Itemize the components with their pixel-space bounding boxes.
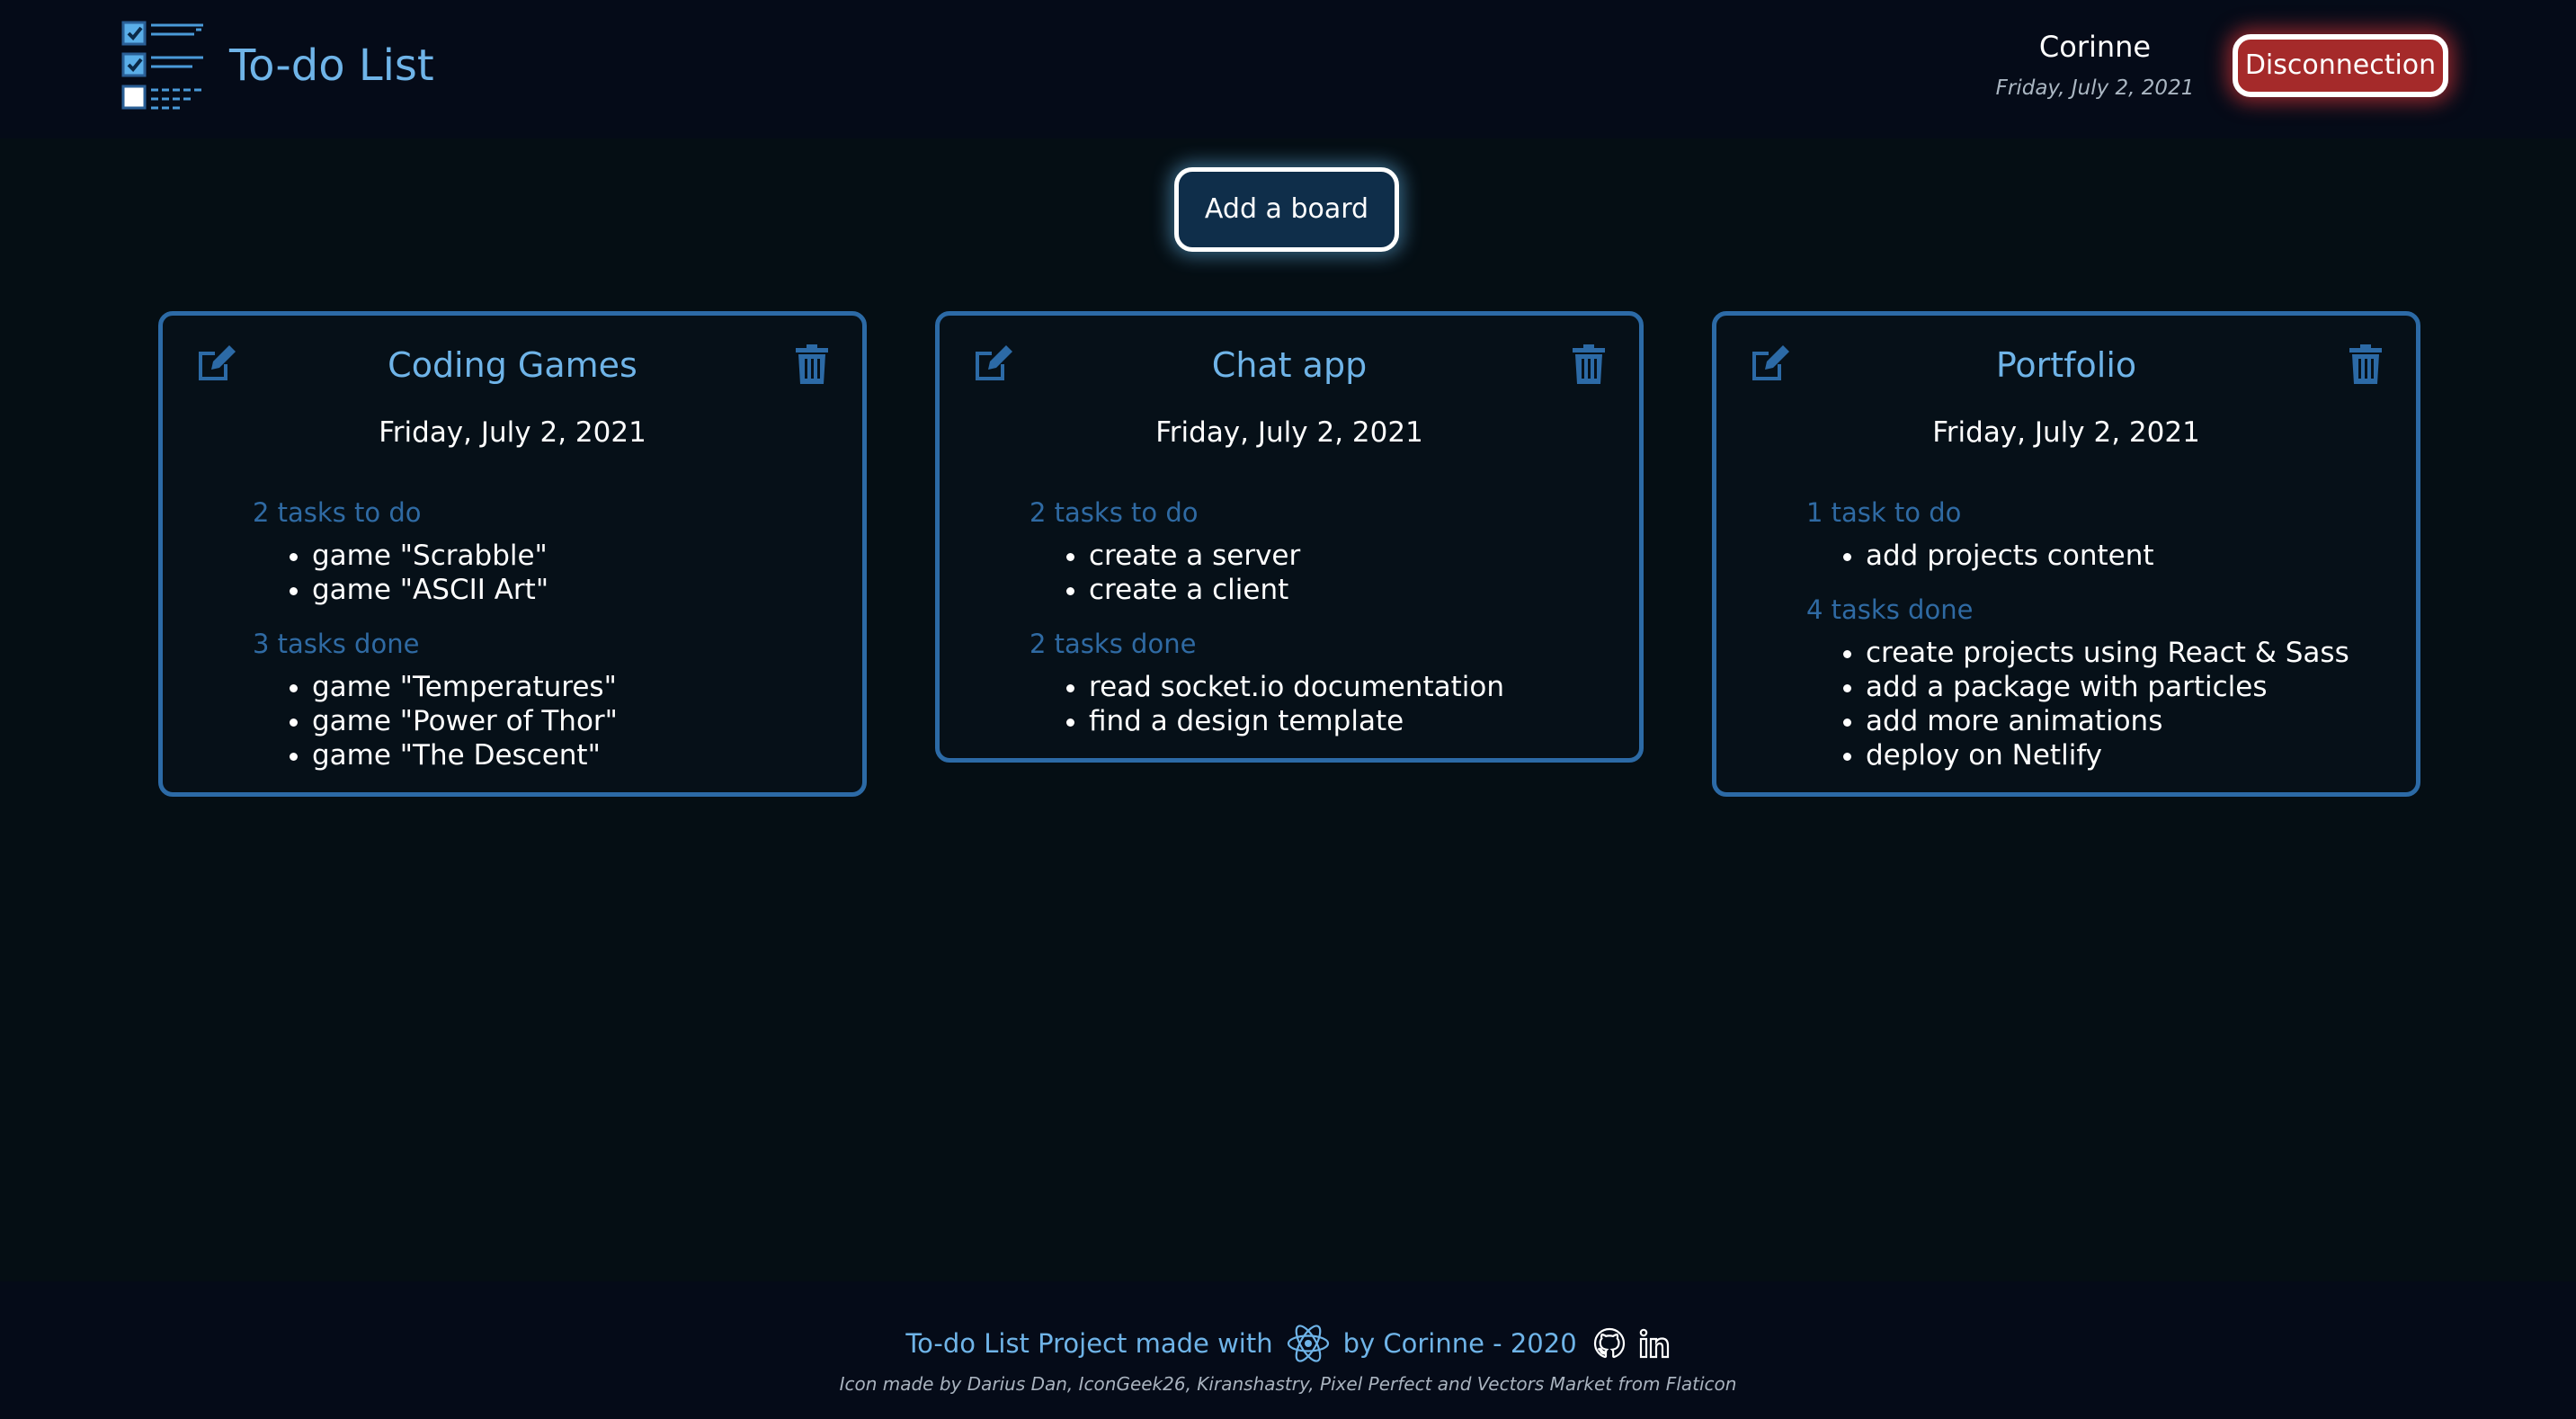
header: To-do List Corinne Friday, July 2, 2021 …	[0, 0, 2576, 138]
trash-icon[interactable]	[1571, 344, 1607, 384]
task-item: game "The Descent"	[312, 738, 862, 772]
task-item: find a design template	[1089, 704, 1639, 738]
task-item: deploy on Netlify	[1866, 738, 2416, 772]
board-card: Chat app Friday, July 2, 2021 2 tasks to…	[935, 311, 1644, 763]
done-list: read socket.io documentation find a desi…	[940, 670, 1639, 738]
app-title: To-do List	[229, 40, 434, 91]
task-item: game "Temperatures"	[312, 670, 862, 704]
done-list: create projects using React & Sass add a…	[1716, 636, 2416, 772]
footer-line: To-do List Project made with by Corinne …	[0, 1321, 2576, 1366]
footer-made-with: To-do List Project made with	[905, 1328, 1273, 1359]
board-title: Chat app	[1211, 345, 1368, 385]
board-date: Friday, July 2, 2021	[1155, 416, 1423, 449]
trash-icon[interactable]	[2348, 344, 2384, 384]
board-date: Friday, July 2, 2021	[1932, 416, 2200, 449]
todo-count: 2 tasks to do	[1030, 497, 1199, 528]
task-item: game "Power of Thor"	[312, 704, 862, 738]
task-item: add projects content	[1866, 539, 2416, 573]
icon-credits: Icon made by Darius Dan, IconGeek26, Kir…	[839, 1373, 1737, 1395]
todo-list: add projects content	[1716, 539, 2416, 573]
todo-count: 2 tasks to do	[253, 497, 422, 528]
task-item: read socket.io documentation	[1089, 670, 1639, 704]
task-item: add more animations	[1866, 704, 2416, 738]
board-date: Friday, July 2, 2021	[379, 416, 646, 449]
footer-by-line: by Corinne - 2020	[1342, 1328, 1577, 1359]
github-icon[interactable]	[1593, 1327, 1626, 1360]
board-card: Portfolio Friday, July 2, 2021 1 task to…	[1712, 311, 2420, 797]
react-icon	[1287, 1325, 1329, 1362]
disconnect-button[interactable]: Disconnection	[2233, 34, 2448, 97]
board-card: Coding Games Friday, July 2, 2021 2 task…	[158, 311, 867, 797]
task-item: create a client	[1089, 573, 1639, 607]
done-count: 3 tasks done	[253, 629, 420, 659]
board-title: Coding Games	[388, 345, 637, 385]
done-list: game "Temperatures" game "Power of Thor"…	[163, 670, 862, 772]
user-date: Friday, July 2, 2021	[1995, 76, 2195, 100]
todo-list: create a server create a client	[940, 539, 1639, 607]
done-count: 2 tasks done	[1030, 629, 1197, 659]
board-header: Coding Games	[163, 316, 862, 415]
linkedin-icon[interactable]	[1638, 1327, 1671, 1360]
edit-icon[interactable]	[195, 343, 236, 384]
todo-list: game "Scrabble" game "ASCII Art"	[163, 539, 862, 607]
todo-count: 1 task to do	[1806, 497, 1962, 528]
board-header: Portfolio	[1716, 316, 2416, 415]
done-count: 4 tasks done	[1806, 594, 1974, 625]
task-item: add a package with particles	[1866, 670, 2416, 704]
trash-icon[interactable]	[794, 344, 830, 384]
footer: To-do List Project made with by Corinne …	[0, 1281, 2576, 1419]
task-item: create projects using React & Sass	[1866, 636, 2416, 670]
edit-icon[interactable]	[1749, 343, 1790, 384]
user-name: Corinne	[2038, 30, 2152, 64]
add-board-button[interactable]: Add a board	[1174, 167, 1399, 252]
checklist-icon	[121, 21, 203, 110]
task-item: game "Scrabble"	[312, 539, 862, 573]
board-title: Portfolio	[1995, 345, 2137, 385]
task-item: game "ASCII Art"	[312, 573, 862, 607]
task-item: create a server	[1089, 539, 1639, 573]
board-header: Chat app	[940, 316, 1639, 415]
edit-icon[interactable]	[972, 343, 1013, 384]
